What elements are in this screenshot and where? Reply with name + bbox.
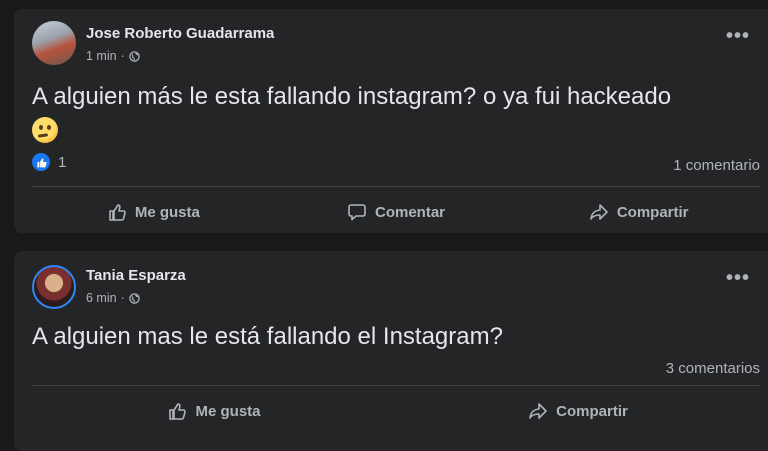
divider — [32, 385, 760, 386]
author-name[interactable]: Tania Esparza — [86, 267, 186, 284]
share-label: Compartir — [556, 402, 628, 420]
like-label: Me gusta — [134, 203, 200, 221]
author-name[interactable]: Jose Roberto Guadarrama — [86, 25, 274, 42]
share-icon — [529, 403, 547, 419]
post-time[interactable]: 1 min — [86, 49, 117, 63]
share-label: Compartir — [616, 203, 689, 221]
post-meta: 6 min · — [86, 291, 140, 305]
post-actions: Me gusta Compartir — [32, 396, 760, 426]
like-icon — [32, 153, 50, 171]
like-label: Me gusta — [195, 402, 261, 420]
more-options-icon[interactable]: ••• — [726, 26, 750, 46]
share-button[interactable]: Compartir — [396, 396, 760, 426]
like-button[interactable]: Me gusta — [32, 396, 396, 426]
post-meta: 1 min · — [86, 49, 140, 63]
comments-count[interactable]: 3 comentarios — [666, 360, 760, 377]
reaction-summary[interactable]: 1 — [32, 153, 66, 171]
post-time[interactable]: 6 min — [86, 291, 117, 305]
thumbs-up-icon — [109, 204, 126, 221]
comment-icon — [348, 204, 366, 221]
more-options-icon[interactable]: ••• — [726, 268, 750, 288]
globe-icon — [129, 292, 140, 304]
comment-button[interactable]: Comentar — [275, 197, 518, 227]
reaction-count: 1 — [58, 153, 67, 171]
post-actions: Me gusta Comentar Compartir — [32, 197, 760, 227]
share-icon — [590, 204, 608, 220]
author-avatar[interactable] — [32, 265, 76, 309]
post-text: A alguien más le esta fallando instagram… — [32, 81, 762, 145]
post-text: A alguien mas le está fallando el Instag… — [32, 323, 503, 350]
like-button[interactable]: Me gusta — [32, 197, 275, 227]
comments-count[interactable]: 1 comentario — [673, 157, 760, 174]
thumbs-up-icon — [169, 403, 187, 420]
post-card: Jose Roberto Guadarrama 1 min · ••• A al… — [14, 9, 768, 233]
thinking-face-icon — [32, 116, 58, 143]
post-card: Tania Esparza 6 min · ••• A alguien mas … — [14, 251, 768, 451]
share-button[interactable]: Compartir — [517, 197, 760, 227]
comment-label: Comentar — [375, 203, 446, 221]
divider — [32, 186, 760, 187]
author-avatar[interactable] — [32, 21, 76, 65]
globe-icon — [129, 50, 140, 62]
